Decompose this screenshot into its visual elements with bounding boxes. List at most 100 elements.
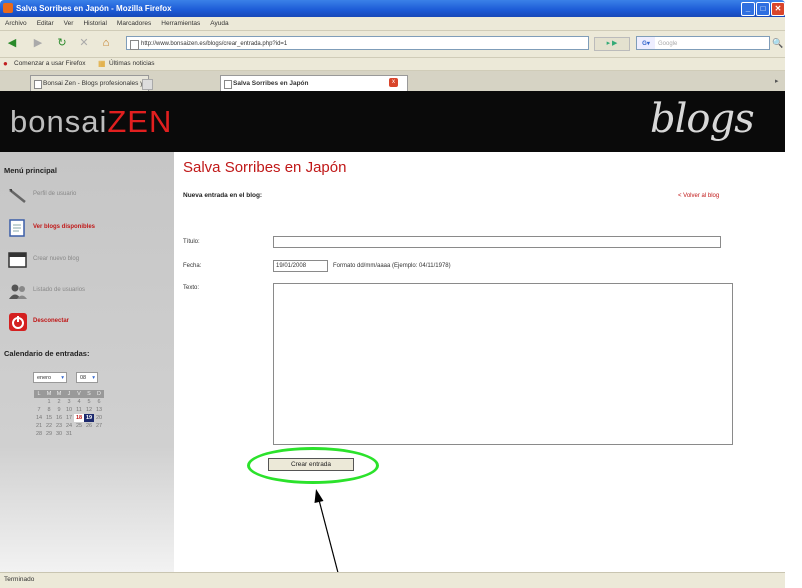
menu-editar[interactable]: Editar xyxy=(32,17,59,30)
calendar-weekday: M xyxy=(54,390,64,398)
texto-textarea[interactable] xyxy=(273,283,733,445)
calendar-weekday: V xyxy=(74,390,84,398)
window-titlebar: Salva Sorribes en Japón - Mozilla Firefo… xyxy=(0,0,785,17)
sidebar xyxy=(0,152,174,572)
calendar-day[interactable]: 16 xyxy=(54,414,64,422)
calendar-weekday: D xyxy=(94,390,104,398)
search-placeholder: Google xyxy=(658,41,678,47)
calendar-day[interactable]: 14 xyxy=(34,414,44,422)
bookmark-firefox-icon: ● xyxy=(3,59,8,68)
maximize-button[interactable]: □ xyxy=(756,2,770,16)
search-icon[interactable]: 🔍 xyxy=(772,37,783,49)
calendar-day[interactable]: 24 xyxy=(64,422,74,430)
new-blog-icon xyxy=(8,252,27,268)
tab-active-label: Salva Sorribes en Japón xyxy=(233,80,309,87)
scroll-tabs-icon[interactable]: ▸ xyxy=(775,77,779,85)
tab-close-icon[interactable] xyxy=(142,79,153,90)
tab-bonsaizen[interactable]: Bonsai Zen - Blogs profesionales y afic.… xyxy=(30,75,149,91)
sidebar-item-listado-usuarios[interactable]: Listado de usuarios xyxy=(8,282,168,302)
calendar-day[interactable]: 1 xyxy=(44,398,54,406)
search-field[interactable]: G▾ Google xyxy=(636,36,770,50)
bookmark-ultimas-noticias[interactable]: Últimas noticias xyxy=(109,58,155,70)
calendar-day[interactable]: 27 xyxy=(94,422,104,430)
tab-salva-sorribes[interactable]: Salva Sorribes en Japón xyxy=(220,75,408,91)
power-icon xyxy=(9,313,27,331)
calendar-day[interactable]: 5 xyxy=(84,398,94,406)
calendar-day[interactable]: 17 xyxy=(64,414,74,422)
calendar-year-value: 08 xyxy=(80,375,87,381)
menu-ver[interactable]: Ver xyxy=(59,17,79,30)
logo-zen: ZEN xyxy=(107,104,173,139)
sidebar-item-label: Ver blogs disponibles xyxy=(33,224,96,230)
menu-marcadores[interactable]: Marcadores xyxy=(112,17,156,30)
menu-historial[interactable]: Historial xyxy=(78,17,111,30)
calendar-week-row: 28 29 30 31 xyxy=(34,430,104,438)
sidebar-item-desconectar[interactable]: Desconectar xyxy=(8,313,168,333)
back-to-blog-link[interactable]: < Volver al blog xyxy=(678,193,719,199)
calendar-day[interactable]: 2 xyxy=(54,398,64,406)
calendar-day[interactable]: 19 xyxy=(84,414,94,422)
reload-button[interactable]: ↻ xyxy=(54,36,70,50)
calendar-day[interactable]: 20 xyxy=(94,414,104,422)
calendar-day[interactable]: 9 xyxy=(54,406,64,414)
site-logo[interactable]: bonsaiZEN xyxy=(10,105,172,139)
calendar-empty-cell xyxy=(34,398,44,406)
calendar-day[interactable]: 4 xyxy=(74,398,84,406)
calendar-day[interactable]: 30 xyxy=(54,430,64,438)
chevron-down-icon: ▾ xyxy=(61,375,64,381)
texto-label: Texto: xyxy=(183,285,200,291)
stop-button[interactable]: ✕ xyxy=(76,36,92,50)
calendar-day[interactable]: 29 xyxy=(44,430,54,438)
calendar-day[interactable]: 11 xyxy=(74,406,84,414)
calendar-year-select[interactable]: 08 ▾ xyxy=(76,372,98,383)
calendar-day[interactable]: 12 xyxy=(84,406,94,414)
calendar-day[interactable]: 15 xyxy=(44,414,54,422)
close-window-button[interactable]: ✕ xyxy=(771,2,785,16)
calendar-day[interactable]: 28 xyxy=(34,430,44,438)
forward-button[interactable]: ▶ xyxy=(30,36,46,50)
url-field[interactable]: http://www.bonsaizen.es/blogs/crear_entr… xyxy=(126,36,589,50)
arrow-head xyxy=(314,489,324,503)
menu-archivo[interactable]: Archivo xyxy=(0,17,32,30)
vertical-scrollbar[interactable] xyxy=(785,71,802,588)
fecha-field[interactable]: 19/01/2008 xyxy=(273,260,328,272)
fecha-format-hint: Formato dd/mm/aaaa (Ejemplo: 04/11/1978) xyxy=(333,263,451,269)
sidebar-item-label: Listado de usuarios xyxy=(33,287,86,293)
calendar-month-select[interactable]: enero ▾ xyxy=(33,372,67,383)
menu-ayuda[interactable]: Ayuda xyxy=(205,17,233,30)
calendar-day[interactable]: 21 xyxy=(34,422,44,430)
minimize-button[interactable]: _ xyxy=(741,2,755,16)
calendar-day[interactable]: 10 xyxy=(64,406,74,414)
go-button[interactable]: ▸ ▶ xyxy=(594,37,630,51)
calendar-day[interactable]: 18 xyxy=(74,414,84,422)
back-button[interactable]: ◀ xyxy=(4,36,20,50)
calendar-day[interactable]: 23 xyxy=(54,422,64,430)
blogs-wordmark: blogs xyxy=(650,96,755,142)
sidebar-item-crear-blog[interactable]: Crear nuevo blog xyxy=(8,251,168,271)
logo-bonsai: bonsai xyxy=(10,104,108,139)
form-subtitle: Nueva entrada en el blog: xyxy=(183,192,263,199)
calendar-day[interactable]: 31 xyxy=(64,430,74,438)
menu-herramientas[interactable]: Herramientas xyxy=(156,17,205,30)
tab-close-icon[interactable]: x xyxy=(389,78,398,87)
window-title: Salva Sorribes en Japón - Mozilla Firefo… xyxy=(16,4,172,13)
calendar-empty-cell xyxy=(94,430,104,438)
pencil-icon xyxy=(9,189,26,203)
sidebar-item-ver-blogs[interactable]: Ver blogs disponibles xyxy=(8,219,168,239)
bookmarks-toolbar: ● Comenzar a usar Firefox ▦ Últimas noti… xyxy=(0,58,785,71)
calendar-day[interactable]: 25 xyxy=(74,422,84,430)
calendar-day[interactable]: 22 xyxy=(44,422,54,430)
bookmark-comenzar[interactable]: Comenzar a usar Firefox xyxy=(14,58,86,70)
calendar-day[interactable]: 6 xyxy=(94,398,104,406)
calendar-day[interactable]: 13 xyxy=(94,406,104,414)
calendar-day[interactable]: 8 xyxy=(44,406,54,414)
menu-bar: Archivo Editar Ver Historial Marcadores Herra… xyxy=(0,17,785,31)
search-engine-selector[interactable]: G▾ xyxy=(637,37,655,49)
calendar-day[interactable]: 26 xyxy=(84,422,94,430)
calendar-day[interactable]: 7 xyxy=(34,406,44,414)
titulo-field[interactable] xyxy=(273,236,721,248)
home-button[interactable]: ⌂ xyxy=(98,36,114,50)
sidebar-item-perfil[interactable]: Perfil de usuario xyxy=(8,186,168,206)
fecha-label: Fecha: xyxy=(183,263,202,269)
calendar-day[interactable]: 3 xyxy=(64,398,74,406)
